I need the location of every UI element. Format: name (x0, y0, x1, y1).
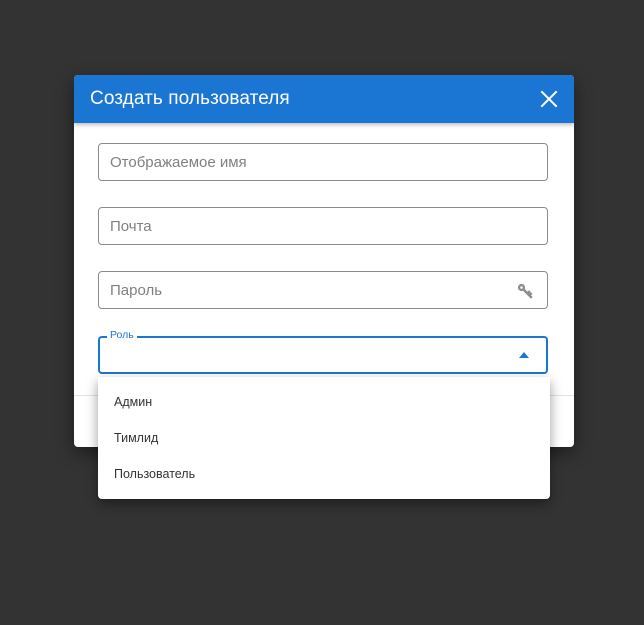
role-option-teamlead[interactable]: Тимлид (98, 420, 550, 456)
email-field[interactable] (98, 207, 548, 245)
role-option-label: Пользователь (114, 467, 196, 481)
display-name-input[interactable] (110, 144, 510, 180)
caret-up-icon (519, 352, 529, 358)
password-field[interactable] (98, 271, 548, 309)
role-option-admin[interactable]: Админ (98, 384, 550, 420)
role-dropdown-menu: Админ Тимлид Пользователь (98, 377, 550, 499)
close-button[interactable] (537, 87, 561, 111)
dialog-header: Создать пользователя (74, 75, 574, 123)
display-name-field[interactable] (98, 143, 548, 181)
role-option-label: Админ (114, 395, 153, 409)
dialog-title: Создать пользователя (90, 88, 290, 109)
password-input[interactable] (110, 272, 510, 308)
key-icon[interactable] (516, 282, 534, 300)
close-icon (540, 90, 558, 108)
role-option-user[interactable]: Пользователь (98, 456, 550, 492)
role-option-label: Тимлид (114, 431, 159, 445)
role-label: Роль (107, 329, 137, 341)
role-select[interactable]: Роль (98, 329, 548, 374)
email-input[interactable] (110, 208, 510, 244)
